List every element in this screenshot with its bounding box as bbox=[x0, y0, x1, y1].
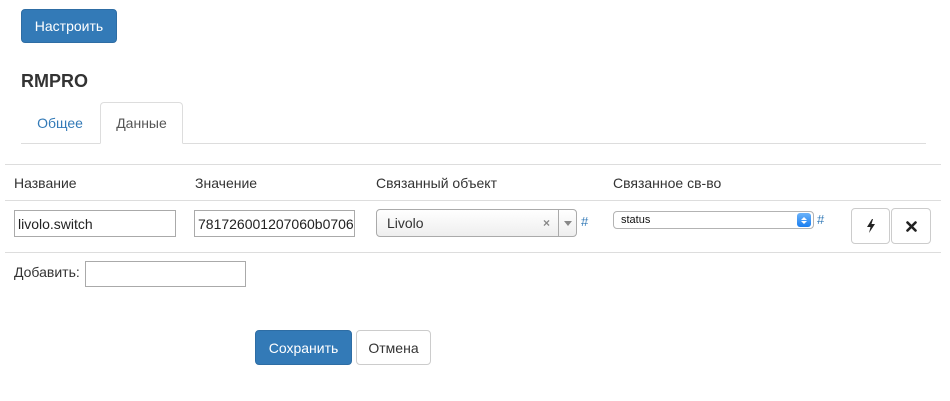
bolt-icon bbox=[866, 219, 876, 233]
column-header-value: Значение bbox=[195, 175, 258, 191]
select-arrows-icon bbox=[797, 213, 811, 227]
table-bottom-border bbox=[5, 252, 941, 253]
name-input[interactable]: livolo.switch bbox=[14, 210, 176, 237]
add-label: Добавить: bbox=[14, 264, 80, 280]
value-input[interactable]: 781726001207060b0706 bbox=[194, 210, 355, 237]
device-title: RMPRO bbox=[21, 71, 88, 91]
cancel-button[interactable]: Отмена bbox=[356, 330, 431, 365]
delete-row-button[interactable] bbox=[891, 208, 931, 244]
configure-button[interactable]: Настроить bbox=[21, 9, 117, 43]
linked-object-link[interactable]: # bbox=[581, 214, 588, 229]
table-top-border bbox=[5, 164, 941, 165]
column-header-linked-property: Связанное св-во bbox=[613, 175, 722, 191]
column-header-linked-object: Связанный объект bbox=[376, 175, 497, 191]
table-header-border bbox=[5, 200, 941, 201]
bolt-button[interactable] bbox=[851, 208, 890, 244]
linked-object-value: Livolo bbox=[387, 215, 424, 231]
chevron-down-icon[interactable] bbox=[558, 210, 576, 236]
linked-property-select[interactable]: status bbox=[613, 211, 814, 229]
close-icon bbox=[905, 220, 917, 232]
linked-property-link[interactable]: # bbox=[817, 212, 824, 227]
add-input[interactable] bbox=[85, 261, 246, 287]
tab-general[interactable]: Общее bbox=[21, 102, 99, 144]
linked-object-select[interactable]: Livolo × bbox=[376, 209, 577, 237]
column-header-name: Название bbox=[14, 175, 77, 191]
clear-icon[interactable]: × bbox=[543, 216, 550, 230]
linked-property-value: status bbox=[621, 214, 651, 226]
tab-data[interactable]: Данные bbox=[100, 102, 183, 144]
save-button[interactable]: Сохранить bbox=[255, 330, 352, 365]
